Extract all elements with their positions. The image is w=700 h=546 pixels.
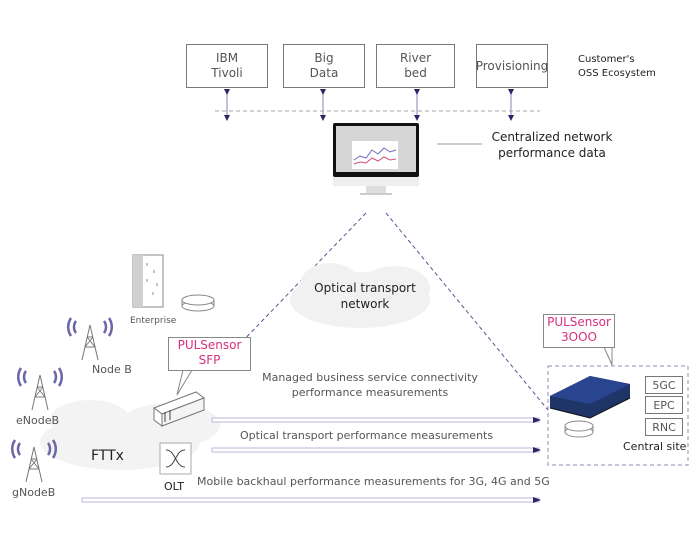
tower-enodeb-icon: [16, 367, 64, 411]
oss-box-riverbed: River bed: [376, 44, 455, 88]
oss-box-ibm-tivoli: IBM Tivoli: [186, 44, 268, 88]
monitor-caption: Centralized network performance data: [491, 130, 613, 160]
tower-gnodeb-icon: [10, 439, 58, 483]
pul3000-callout-tail: [603, 346, 613, 366]
pulsensor-3000-device-icon: [549, 376, 631, 419]
oss-box-label: IBM Tivoli: [211, 51, 243, 80]
enterprise-building-icon: [132, 254, 164, 308]
enterprise-label: Enterprise: [130, 316, 177, 326]
fttx-label: FTTx: [91, 448, 124, 464]
oss-box-label: River bed: [399, 51, 432, 80]
olt-icon: [159, 442, 192, 475]
tower-label-enodeb: eNodeB: [16, 414, 60, 427]
olt-label: OLT: [164, 480, 184, 493]
core-epc: EPC: [645, 396, 683, 414]
measurement-label-business: Managed business service connectivity pe…: [262, 371, 478, 399]
monitor-icon: [333, 123, 419, 195]
pulsensor-3000-callout: PULSensor 3OOO: [543, 314, 615, 348]
core-5gc: 5GC: [645, 376, 683, 394]
oss-box-label: Provisioning: [475, 58, 549, 73]
sfp-callout-tail: [176, 369, 193, 396]
measurement-label-mobile: Mobile backhaul performance measurements…: [197, 475, 550, 488]
central-site-label: Central site: [623, 440, 687, 453]
central-router-icon: [564, 420, 594, 438]
oss-box-big-data: Big Data: [283, 44, 365, 88]
otn-label: Optical transport network: [314, 281, 416, 311]
oss-box-provisioning: Provisioning: [476, 44, 548, 88]
oss-box-label: Big Data: [309, 51, 339, 80]
measurement-label-optical: Optical transport performance measuremen…: [240, 429, 494, 442]
tower-label-nodeb: Node B: [92, 363, 132, 376]
oss-connectors: [224, 89, 514, 121]
pulsensor-sfp-callout: PULSensor SFP: [168, 337, 251, 371]
oss-ecosystem-label: Customer's OSS Ecosystem: [578, 54, 656, 79]
core-rnc: RNC: [645, 418, 683, 436]
router-icon: [181, 294, 215, 312]
tower-nodeb-icon: [66, 317, 114, 361]
tower-label-gnodeb: gNodeB: [12, 486, 56, 499]
